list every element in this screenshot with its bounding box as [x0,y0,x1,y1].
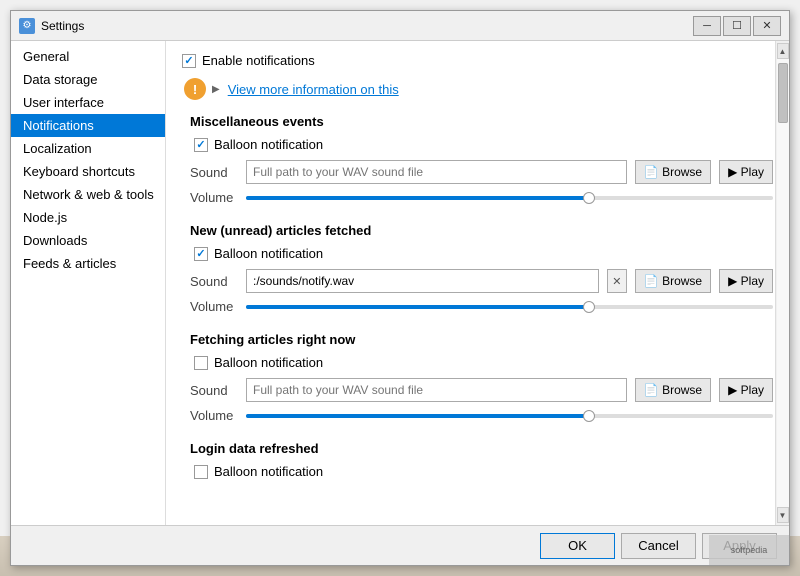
balloon-row-new-articles: Balloon notification [194,246,773,261]
scrollbar: ▲ ▼ [775,41,789,525]
info-icon: ! [184,78,206,100]
expand-arrow-icon[interactable]: ▶ [212,84,220,95]
browse-button-new-articles[interactable]: 📄 Browse [635,269,711,293]
ok-button[interactable]: OK [540,533,615,559]
play-button-new-articles[interactable]: ▶ Play [719,269,773,293]
browse-button-miscellaneous[interactable]: 📄 Browse [635,160,711,184]
window-title: Settings [41,19,693,33]
sidebar-item-downloads[interactable]: Downloads [11,229,165,252]
main-panel: Enable notifications ! ▶ View more infor… [166,41,789,525]
section-fetching-now: Fetching articles right now Balloon noti… [182,332,773,423]
sidebar-item-user-interface[interactable]: User interface [11,91,165,114]
balloon-label-new-articles: Balloon notification [214,246,323,261]
title-bar-controls: ─ ☐ ✕ [693,16,781,36]
sidebar-item-keyboard-shortcuts[interactable]: Keyboard shortcuts [11,160,165,183]
title-bar: ⚙ Settings ─ ☐ ✕ [11,11,789,41]
section-fetching-now-title: Fetching articles right now [190,332,773,347]
sidebar-item-feeds-articles[interactable]: Feeds & articles [11,252,165,275]
apply-button[interactable]: Apply [702,533,777,559]
sound-label-fetching-now: Sound [190,383,238,398]
browse-button-fetching-now[interactable]: 📄 Browse [635,378,711,402]
section-login-refreshed-title: Login data refreshed [190,441,773,456]
enable-notif-checkbox[interactable] [182,54,196,68]
sidebar-item-data-storage[interactable]: Data storage [11,68,165,91]
enable-notif-checkbox-wrap[interactable]: Enable notifications [182,53,315,68]
sound-input-new-articles[interactable] [246,269,599,293]
view-more-link[interactable]: View more information on this [228,82,399,97]
volume-slider-new-articles[interactable] [246,305,773,309]
volume-slider-miscellaneous[interactable] [246,196,773,200]
settings-window: ⚙ Settings ─ ☐ ✕ General Data storage Us… [10,10,790,566]
balloon-checkbox-login-refreshed[interactable] [194,465,208,479]
content-area: General Data storage User interface Noti… [11,41,789,525]
volume-label-new-articles: Volume [190,299,238,314]
balloon-label-fetching-now: Balloon notification [214,355,323,370]
volume-slider-fetching-now[interactable] [246,414,773,418]
balloon-checkbox-miscellaneous[interactable] [194,138,208,152]
sidebar-item-localization[interactable]: Localization [11,137,165,160]
sidebar-item-network[interactable]: Network & web & tools [11,183,165,206]
clear-button-new-articles[interactable]: ✕ [607,269,627,293]
section-new-articles: New (unread) articles fetched Balloon no… [182,223,773,314]
section-new-articles-title: New (unread) articles fetched [190,223,773,238]
sound-input-miscellaneous[interactable] [246,160,627,184]
close-button[interactable]: ✕ [753,16,781,36]
balloon-row-fetching-now: Balloon notification [194,355,773,370]
section-login-refreshed: Login data refreshed Balloon notificatio… [182,441,773,479]
balloon-label-login-refreshed: Balloon notification [214,464,323,479]
volume-row-fetching-now: Volume [190,408,773,423]
app-icon: ⚙ [19,18,35,34]
volume-row-miscellaneous: Volume [190,190,773,205]
play-button-miscellaneous[interactable]: ▶ Play [719,160,773,184]
sidebar-item-notifications[interactable]: Notifications [11,114,165,137]
volume-label-fetching-now: Volume [190,408,238,423]
cancel-button[interactable]: Cancel [621,533,696,559]
balloon-row-miscellaneous: Balloon notification [194,137,773,152]
sound-row-new-articles: Sound ✕ 📄 Browse ▶ Play [190,269,773,293]
section-miscellaneous-title: Miscellaneous events [190,114,773,129]
section-miscellaneous: Miscellaneous events Balloon notificatio… [182,114,773,205]
enable-notif-label: Enable notifications [202,53,315,68]
enable-notifications-row: Enable notifications [182,53,773,68]
sound-input-fetching-now[interactable] [246,378,627,402]
sound-label-miscellaneous: Sound [190,165,238,180]
scroll-thumb[interactable] [778,63,788,123]
balloon-label-miscellaneous: Balloon notification [214,137,323,152]
balloon-checkbox-fetching-now[interactable] [194,356,208,370]
sound-label-new-articles: Sound [190,274,238,289]
scroll-track[interactable] [777,59,789,507]
play-button-fetching-now[interactable]: ▶ Play [719,378,773,402]
balloon-checkbox-new-articles[interactable] [194,247,208,261]
minimize-button[interactable]: ─ [693,16,721,36]
bottom-bar: OK Cancel Apply [11,525,789,565]
scroll-up-arrow[interactable]: ▲ [777,43,789,59]
volume-row-new-articles: Volume [190,299,773,314]
sound-row-miscellaneous: Sound 📄 Browse ▶ Play [190,160,773,184]
volume-label-miscellaneous: Volume [190,190,238,205]
sidebar: General Data storage User interface Noti… [11,41,166,525]
info-row: ! ▶ View more information on this [184,78,773,100]
sound-row-fetching-now: Sound 📄 Browse ▶ Play [190,378,773,402]
sidebar-item-nodejs[interactable]: Node.js [11,206,165,229]
balloon-row-login-refreshed: Balloon notification [194,464,773,479]
maximize-button[interactable]: ☐ [723,16,751,36]
sidebar-item-general[interactable]: General [11,45,165,68]
scroll-down-arrow[interactable]: ▼ [777,507,789,523]
